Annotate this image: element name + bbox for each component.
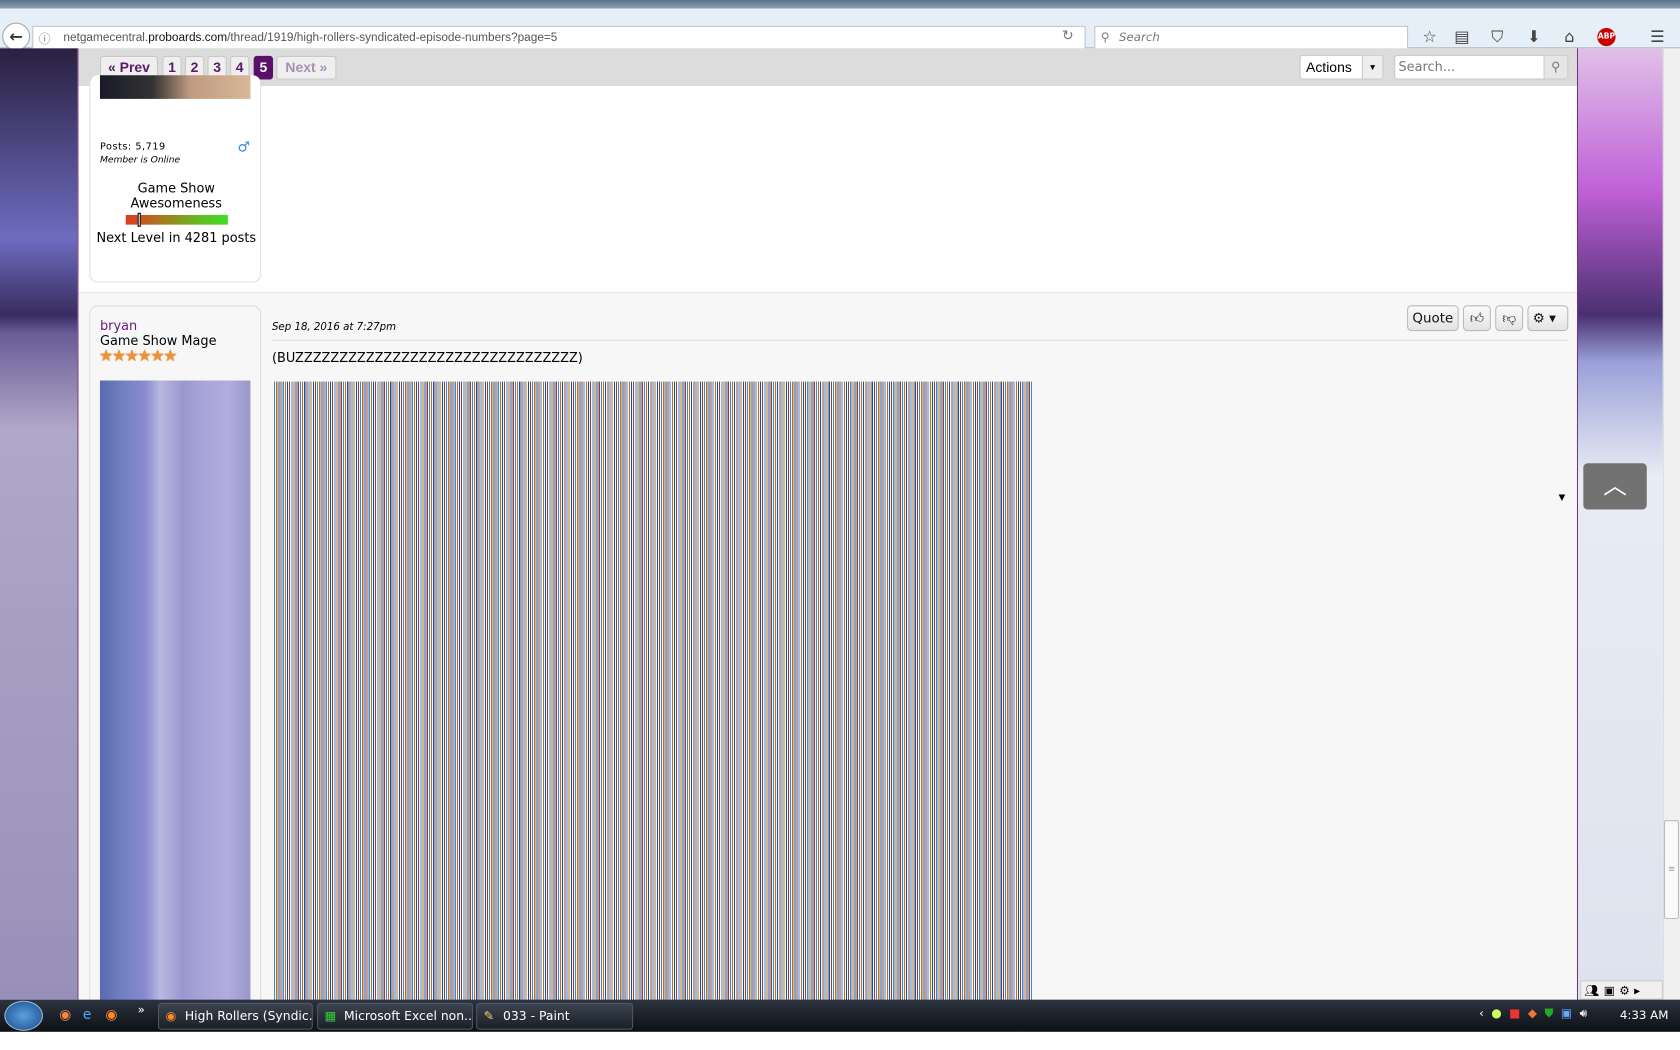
task-label: 033 - Paint <box>503 1008 570 1024</box>
network-icon[interactable]: ▣ <box>1561 1006 1572 1021</box>
forum-search-placeholder: Search... <box>1398 59 1456 75</box>
level-progress-marker <box>137 212 142 227</box>
url-bar[interactable]: netgamecentral.proboards.com/thread/1919… <box>32 25 1086 50</box>
post-date[interactable]: Sep 18, 2016 at 7:27pm <box>272 321 396 333</box>
toolbox-icon[interactable]: ■ <box>1509 1006 1520 1021</box>
task-firefox[interactable]: ◉ High Rollers (Syndic... <box>158 1002 313 1030</box>
search-icon[interactable]: ⚲ <box>1543 55 1568 79</box>
online-status: Member is Online <box>99 154 181 166</box>
pocket-icon[interactable]: ⛉ <box>1487 27 1508 46</box>
chevron-up-icon: ︿ <box>1603 472 1627 500</box>
more-icon[interactable]: » <box>138 1003 145 1017</box>
like-thumbs-up-icon[interactable]: 👍︎ <box>1462 305 1491 332</box>
level-title: Game Show Awesomeness <box>130 180 223 211</box>
shield-icon[interactable]: ⛊ <box>1545 1006 1554 1021</box>
arrow-right-icon[interactable]: ▸ <box>1634 983 1640 997</box>
post-count: Posts: 5,719 <box>99 141 166 153</box>
background-right <box>1577 48 1663 1000</box>
pagination-bar: « Prev 1 2 3 4 5 Next » Actions ▼ Search.… <box>78 48 1577 86</box>
volume-icon[interactable]: 🔊︎ <box>1580 1006 1587 1021</box>
paint-icon: ✎ <box>483 1008 495 1024</box>
task-paint[interactable]: ✎ 033 - Paint <box>476 1002 634 1030</box>
download-icon[interactable]: ⬇ <box>1523 27 1544 46</box>
home-icon[interactable]: ⌂ <box>1559 27 1580 46</box>
scrollbar-thumb[interactable]: ≡ <box>1663 820 1679 920</box>
bottom-toolbar: 👥︎ ▣ ⚙ ▸ <box>1580 980 1663 1000</box>
tab-strip[interactable] <box>0 0 1680 9</box>
search-icon: ⚲ <box>1100 30 1110 45</box>
chevron-down-icon: ▼ <box>1361 55 1383 79</box>
window-icon[interactable]: ▣ <box>1604 983 1615 997</box>
forum-content: « Prev 1 2 3 4 5 Next » Actions ▼ Search.… <box>77 48 1578 1027</box>
back-to-top-button[interactable]: ︿ <box>1583 463 1647 510</box>
users-icon[interactable]: 👥︎ <box>1584 983 1599 997</box>
post: bryan Game Show Mage ★★★★★★ Sep 18, 2016… <box>78 294 1577 1027</box>
search-placeholder: Search <box>1118 30 1160 45</box>
actions-dropdown[interactable]: Actions ▼ <box>1299 54 1384 80</box>
user-card: bryan Game Show Mage ★★★★★★ <box>89 305 262 1026</box>
tray-app-icon[interactable]: ● <box>1491 1006 1501 1021</box>
star-icon[interactable]: ☆ <box>1419 27 1440 46</box>
reload-icon[interactable]: ↻ <box>1062 28 1074 44</box>
task-label: Microsoft Excel non... <box>343 1008 473 1024</box>
clipboard-icon[interactable]: ▤ <box>1451 27 1472 46</box>
avatar <box>99 380 251 1026</box>
browser-toolbar: ← netgamecentral.proboards.com/thread/19… <box>0 8 1680 51</box>
gear-icon[interactable]: ⚙ ▾ <box>1527 305 1569 332</box>
firefox-icon[interactable]: ◉ <box>105 1007 117 1023</box>
quote-button[interactable]: Quote <box>1407 305 1459 332</box>
task-excel[interactable]: ▦ Microsoft Excel non... <box>317 1002 473 1030</box>
menu-icon[interactable]: ☰ <box>1647 27 1668 46</box>
user-card: Posts: 5,719 Member is Online ♂ Game Sho… <box>89 75 262 283</box>
url-path: /thread/1919/high-rollers-syndicated-epi… <box>227 31 558 45</box>
post-previous: Posts: 5,719 Member is Online ♂ Game Sho… <box>78 75 1577 294</box>
clock[interactable]: 4:33 AM <box>1620 1008 1669 1022</box>
male-icon: ♂ <box>237 139 251 156</box>
username-link[interactable]: bryan <box>100 318 137 333</box>
excel-icon: ▦ <box>324 1008 337 1024</box>
gear-icon[interactable]: ⚙ <box>1619 983 1630 997</box>
post-image <box>273 381 1033 1027</box>
divider <box>271 339 1569 341</box>
task-label: High Rollers (Syndic... <box>184 1008 313 1024</box>
next-page-button[interactable]: Next » <box>276 55 337 80</box>
avatar <box>99 75 251 99</box>
url-prefix: netgamecentral. <box>63 31 149 45</box>
chrome-icon[interactable]: ◉ <box>59 1007 71 1023</box>
forum-search-input[interactable]: Search... ⚲ <box>1394 54 1569 80</box>
page: « Prev 1 2 3 4 5 Next » Actions ▼ Search.… <box>0 48 1680 1027</box>
next-level-text: Next Level in 4281 posts <box>96 230 257 246</box>
browser-search-input[interactable]: ⚲ Search <box>1094 25 1409 50</box>
ie-icon[interactable]: e <box>83 1007 92 1023</box>
adblock-icon[interactable]: ABP <box>1597 27 1616 47</box>
back-arrow-icon[interactable]: ← <box>2 22 31 51</box>
start-button[interactable] <box>4 1000 43 1031</box>
actions-label: Actions <box>1306 59 1352 76</box>
firefox-icon: ◉ <box>165 1008 177 1024</box>
caret-down-icon[interactable]: ▼ <box>1559 492 1566 502</box>
dislike-thumbs-down-icon[interactable]: 👎︎ <box>1495 305 1524 332</box>
ccleaner-icon[interactable]: ◆ <box>1528 1006 1537 1021</box>
background-left <box>0 48 78 1000</box>
url-domain: proboards.com <box>148 31 228 45</box>
system-tray: ‹ ● ■ ◆ ⛊ ▣ 🔊︎ <box>1479 1006 1587 1021</box>
info-icon[interactable]: ⓘ <box>39 30 51 47</box>
show-hidden-icon[interactable]: ‹ <box>1479 1006 1484 1021</box>
post-message: (BUZZZZZZZZZZZZZZZZZZZZZZZZZZZZZZZZ) <box>271 350 583 366</box>
rank-stars-icon: ★★★★★★ <box>98 346 178 366</box>
screen: ← netgamecentral.proboards.com/thread/19… <box>0 0 1680 1032</box>
